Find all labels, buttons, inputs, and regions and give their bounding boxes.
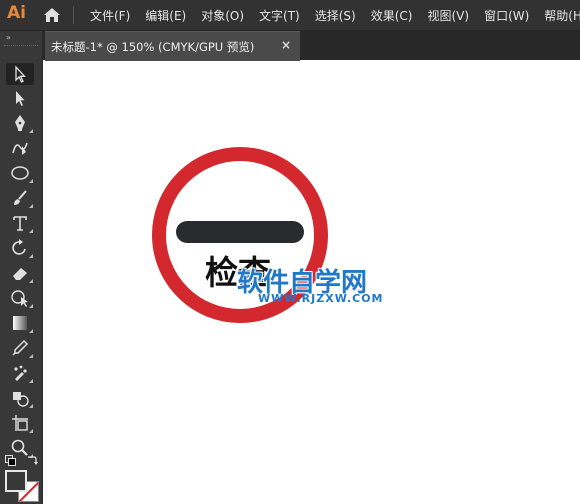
menu-edit[interactable]: 编辑(E) <box>145 7 186 24</box>
sign-bar <box>176 221 304 243</box>
menu-separator <box>73 6 74 24</box>
live-paint-tool-icon[interactable] <box>6 387 34 409</box>
fill-swatch[interactable] <box>5 470 27 492</box>
symbol-sprayer-tool-icon[interactable] <box>6 362 34 384</box>
document-tab-bar: 未标题-1* @ 150% (CMYK/GPU 预览) × <box>42 31 580 61</box>
home-icon[interactable] <box>43 7 61 23</box>
menu-type[interactable]: 文字(T) <box>259 7 300 24</box>
artboard-tool-icon[interactable] <box>6 412 34 434</box>
menu-help[interactable]: 帮助(H) <box>544 7 580 24</box>
menu-select[interactable]: 选择(S) <box>315 7 356 24</box>
document-tab-title: 未标题-1* @ 150% (CMYK/GPU 预览) <box>51 40 255 54</box>
direct-selection-tool-icon[interactable] <box>6 87 34 109</box>
collapse-panel-icon[interactable]: » <box>6 33 11 42</box>
selection-tool-icon[interactable] <box>6 63 34 85</box>
watermark-url: WWW.RJZXW.COM <box>258 292 384 305</box>
menu-object[interactable]: 对象(O) <box>201 7 244 24</box>
tools-panel: » <box>0 31 43 504</box>
shape-builder-tool-icon[interactable] <box>6 287 34 309</box>
ai-logo: Ai <box>7 3 26 23</box>
gradient-tool-icon[interactable] <box>6 312 34 334</box>
panel-grip[interactable] <box>4 45 38 48</box>
pen-tool-icon[interactable] <box>6 112 34 134</box>
ellipse-tool-icon[interactable] <box>6 162 34 184</box>
eraser-tool-icon[interactable] <box>6 262 34 284</box>
curvature-tool-icon[interactable] <box>6 137 34 159</box>
type-tool-icon[interactable] <box>6 212 34 234</box>
document-tab[interactable]: 未标题-1* @ 150% (CMYK/GPU 预览) × <box>45 31 300 61</box>
default-colors-icon[interactable] <box>5 455 16 466</box>
menu-view[interactable]: 视图(V) <box>427 7 469 24</box>
menu-effect[interactable]: 效果(C) <box>371 7 413 24</box>
menu-file[interactable]: 文件(F) <box>90 7 130 24</box>
close-icon[interactable]: × <box>281 38 291 52</box>
rotate-tool-icon[interactable] <box>6 237 34 259</box>
eyedropper-tool-icon[interactable] <box>6 337 34 359</box>
paintbrush-tool-icon[interactable] <box>6 187 34 209</box>
menu: 文件(F) 编辑(E) 对象(O) 文字(T) 选择(S) 效果(C) 视图(V… <box>90 0 580 30</box>
menu-bar: Ai 文件(F) 编辑(E) 对象(O) 文字(T) 选择(S) 效果(C) 视… <box>0 0 580 31</box>
swap-colors-icon[interactable] <box>26 454 38 466</box>
menu-window[interactable]: 窗口(W) <box>484 7 529 24</box>
